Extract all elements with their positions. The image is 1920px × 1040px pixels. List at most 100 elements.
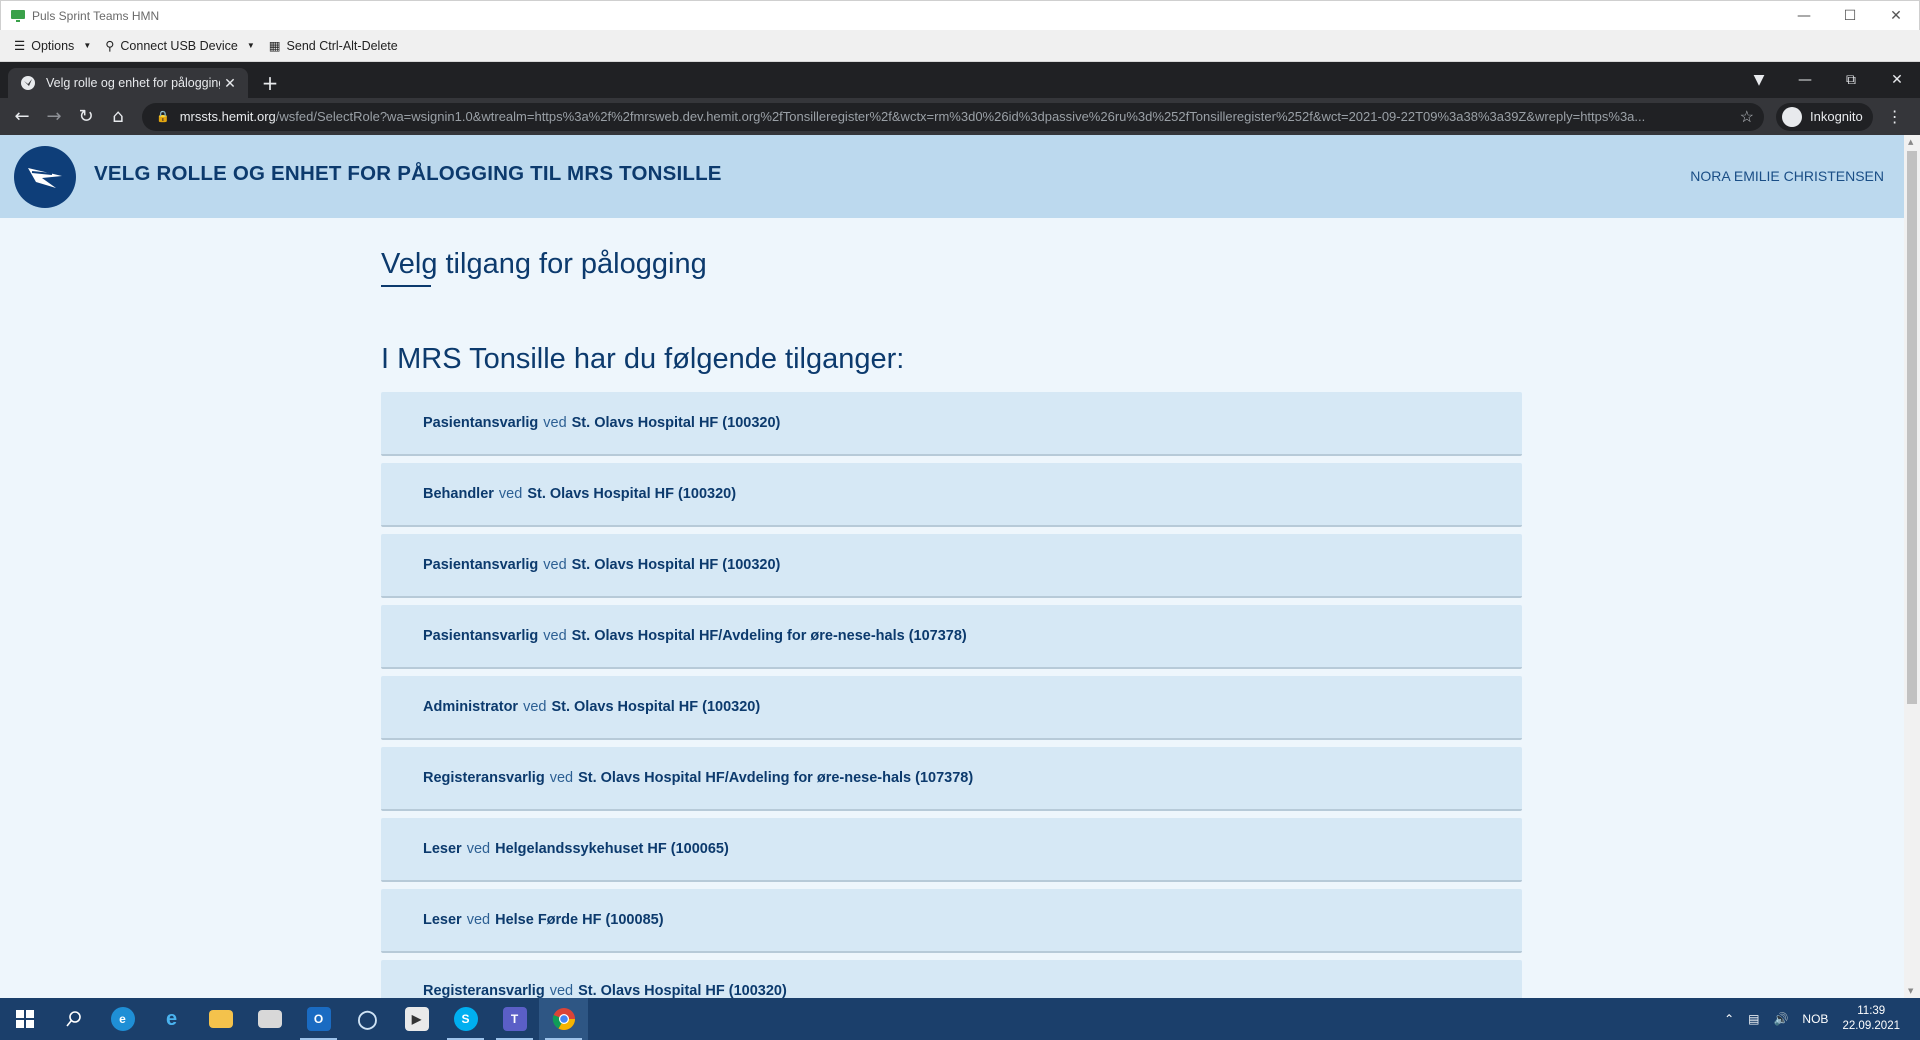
ved-text: ved <box>549 983 574 998</box>
role-option[interactable]: Pasientansvarlig ved St. Olavs Hospital HF… <box>381 605 1522 669</box>
role-name: Pasientansvarlig <box>423 557 539 573</box>
role-option[interactable]: Leser ved Helse Førde HF (100085) <box>381 889 1522 953</box>
scrollbar-thumb[interactable] <box>1907 151 1917 704</box>
user-name[interactable]: NORA EMILIE CHRISTENSEN <box>1690 168 1884 184</box>
unit-name: St. Olavs Hospital HF (100320) <box>527 486 737 502</box>
clock-time: 11:39 <box>1857 1005 1886 1017</box>
bookmark-star-icon[interactable]: ☆ <box>1735 106 1754 127</box>
network-icon: ▦ <box>268 39 281 53</box>
clock[interactable]: 11:39 22.09.2021 <box>1842 1004 1900 1034</box>
role-name: Registeransvarlig <box>423 983 545 998</box>
back-icon[interactable]: ← <box>6 101 38 133</box>
incognito-icon <box>1782 106 1802 127</box>
windows-taskbar: e e O ◯ ▶ S T ⌃ ▤ 🔊 NOB 11:39 22.09.2021 <box>0 998 1920 1040</box>
scroll-down-icon[interactable]: ▼ <box>1908 987 1913 995</box>
usb-icon: ⚲ <box>105 39 115 53</box>
options-label: Options <box>31 38 75 53</box>
role-option[interactable]: Pasientansvarlig ved St. Olavs Hospital HF… <box>381 392 1522 456</box>
printer-icon[interactable] <box>245 998 294 1040</box>
menu-kebab-icon[interactable]: ⋮ <box>1887 107 1903 126</box>
unit-name: St. Olavs Hospital HF (100320) <box>551 699 761 715</box>
role-name: Pasientansvarlig <box>423 628 539 644</box>
page-scrollbar[interactable]: ▲ ▼ <box>1904 135 1920 998</box>
ved-text: ved <box>543 415 567 431</box>
site-title: VELG ROLLE OG ENHET FOR PÅLOGGING TIL MR… <box>94 162 722 185</box>
url-host: mrssts.hemit.org <box>179 109 276 124</box>
role-option[interactable]: Administrator ved St. Olavs Hospital HF (1… <box>381 676 1522 740</box>
clock-date: 22.09.2021 <box>1842 1020 1900 1032</box>
ved-text: ved <box>498 486 523 502</box>
minimize-icon[interactable]: — <box>1781 1 1827 31</box>
ved-text: ved <box>466 841 491 857</box>
close-icon[interactable]: ✕ <box>1873 1 1919 31</box>
forward-icon[interactable]: → <box>38 101 70 133</box>
incognito-label: Inkognito <box>1810 109 1863 124</box>
role-name: Registeransvarlig <box>423 770 545 786</box>
system-tray: ⌃ ▤ 🔊 NOB 11:39 22.09.2021 <box>1724 998 1920 1040</box>
caret-down-icon: ▼ <box>83 41 92 50</box>
new-tab-icon[interactable]: + <box>254 68 286 98</box>
scroll-up-icon[interactable]: ▲ <box>1908 138 1913 146</box>
tray-chevron-icon[interactable]: ⌃ <box>1724 1012 1734 1026</box>
ved-text: ved <box>466 912 491 928</box>
chat-icon[interactable]: ◯ <box>343 998 392 1040</box>
title-underline <box>381 285 431 287</box>
role-name: Leser <box>423 912 462 928</box>
hamburger-icon: ☰ <box>14 39 26 53</box>
send-cad-button[interactable]: ▦ Send Ctrl-Alt-Delete <box>268 38 398 54</box>
search-icon[interactable] <box>49 998 98 1040</box>
restore-icon[interactable]: ⧉ <box>1828 72 1874 88</box>
outlook-icon[interactable]: O <box>294 998 343 1040</box>
tab-close-icon[interactable]: ✕ <box>220 75 240 92</box>
caret-down-icon: ▼ <box>246 41 255 50</box>
role-option[interactable]: Leser ved Helgelandssykehuset HF (100065) <box>381 818 1522 882</box>
vdi-toolbar: ☰ Options ▼ ⚲ Connect USB Device ▼ ▦ Sen… <box>0 30 1920 62</box>
close-icon[interactable]: ✕ <box>1874 72 1920 88</box>
lock-icon[interactable]: 🔒 <box>156 110 170 123</box>
role-option[interactable]: Pasientansvarlig ved St. Olavs Hospital HF… <box>381 534 1522 598</box>
usb-label: Connect USB Device <box>120 38 238 53</box>
maximize-icon[interactable]: ☐ <box>1827 1 1873 31</box>
connect-usb-button[interactable]: ⚲ Connect USB Device ▼ <box>105 38 255 54</box>
role-option[interactable]: Behandler ved St. Olavs Hospital HF (10032… <box>381 463 1522 527</box>
language-indicator[interactable]: NOB <box>1802 1012 1828 1026</box>
minimize-icon[interactable]: — <box>1782 72 1828 88</box>
clapper-icon[interactable]: ▶ <box>392 998 441 1040</box>
reload-icon[interactable]: ↻ <box>70 101 102 133</box>
ved-text: ved <box>549 770 574 786</box>
section-heading: I MRS Tonsille har du følgende tilganger… <box>381 343 905 375</box>
network-icon[interactable]: ▤ <box>1748 1012 1759 1026</box>
window-controls: — ☐ ✕ <box>1781 1 1919 31</box>
teams-icon[interactable]: T <box>490 998 539 1040</box>
volume-icon[interactable]: 🔊 <box>1773 1012 1788 1026</box>
browser-tab[interactable]: Velg rolle og enhet for pålogging ✕ <box>8 68 248 98</box>
file-explorer-icon[interactable] <box>196 998 245 1040</box>
edge-icon[interactable]: e <box>98 998 147 1040</box>
web-page: VELG ROLLE OG ENHET FOR PÅLOGGING TIL MR… <box>0 135 1904 998</box>
globe-icon <box>21 76 35 90</box>
role-list: Pasientansvarlig ved St. Olavs Hospital HF… <box>381 392 1522 998</box>
vdi-window-title: Puls Sprint Teams HMN <box>32 8 160 23</box>
role-option[interactable]: Registeransvarlig ved St. Olavs Hospital H… <box>381 960 1522 998</box>
windows-start-icon[interactable] <box>0 998 49 1040</box>
chrome-icon[interactable] <box>539 998 588 1040</box>
address-bar[interactable]: 🔒 mrssts.hemit.org/wsfed/SelectRole?wa=w… <box>142 102 1764 131</box>
skype-icon[interactable]: S <box>441 998 490 1040</box>
home-icon[interactable]: ⌂ <box>102 101 134 133</box>
internet-explorer-icon[interactable]: e <box>147 998 196 1040</box>
role-option[interactable]: Registeransvarlig ved St. Olavs Hospital H… <box>381 747 1522 811</box>
tab-title: Velg rolle og enhet for pålogging <box>46 76 220 90</box>
unit-name: St. Olavs Hospital HF (100320) <box>578 983 787 998</box>
chrome-window-controls: ▼ — ⧉ ✕ <box>1736 62 1920 98</box>
page-title: Velg tilgang for pålogging <box>381 248 707 280</box>
unit-name: Helgelandssykehuset HF (100065) <box>495 841 729 857</box>
unit-name: St. Olavs Hospital HF/Avdeling for øre-n… <box>578 770 974 786</box>
role-name: Administrator <box>423 699 519 715</box>
tab-search-icon[interactable]: ▼ <box>1736 72 1782 88</box>
incognito-button[interactable]: Inkognito <box>1776 102 1873 131</box>
options-menu[interactable]: ☰ Options ▼ <box>14 38 92 54</box>
chrome-tab-strip: Velg rolle og enhet for pålogging ✕ + ▼ … <box>0 62 1920 98</box>
unit-name: St. Olavs Hospital HF (100320) <box>571 415 781 431</box>
app-icon <box>11 9 25 22</box>
cad-label: Send Ctrl-Alt-Delete <box>286 38 398 53</box>
